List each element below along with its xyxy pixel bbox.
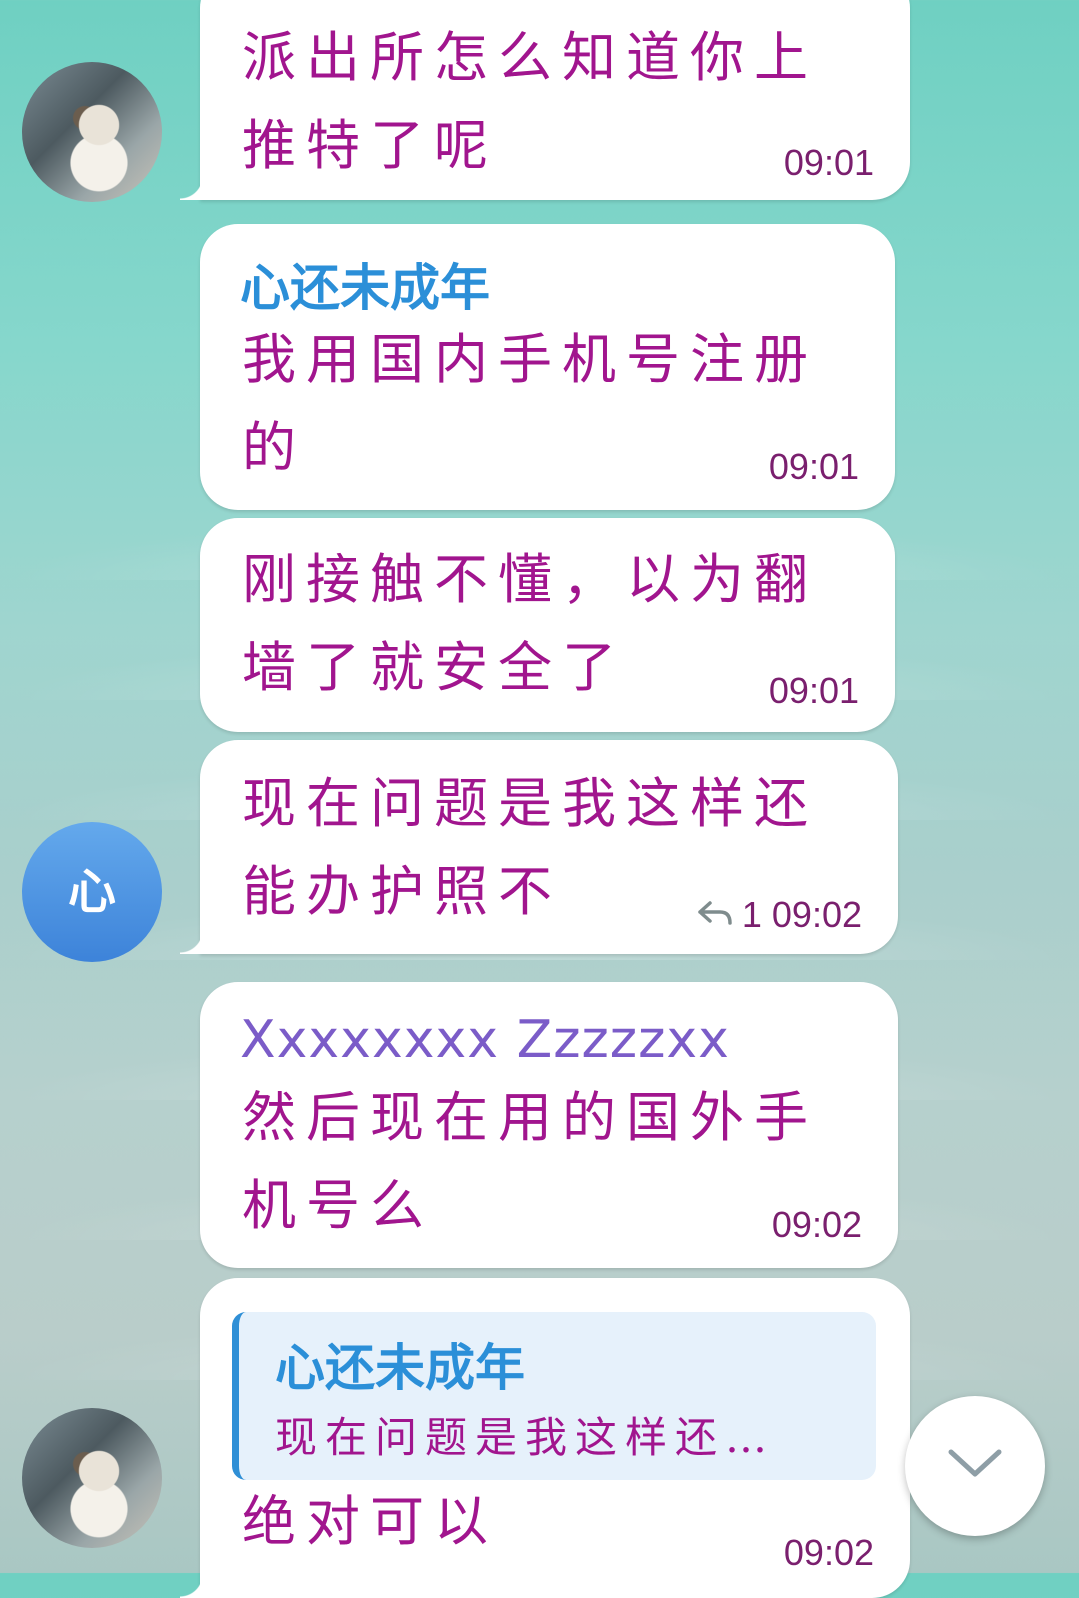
message-text: 然后现在用的国外手 机号么 (242, 1086, 818, 1237)
reply-count: 1 (741, 894, 762, 935)
scroll-to-bottom-button[interactable] (905, 1396, 1045, 1536)
sender-name[interactable]: 心还未成年 (240, 248, 490, 320)
message-time-with-replies[interactable]: 1 09:02 (696, 894, 862, 938)
message-time: 09:02 (771, 1204, 862, 1245)
reply-arrow-icon (696, 896, 734, 938)
message-text: 我用国内手机号注册 的 (242, 328, 818, 479)
message-time: 09:02 (783, 1532, 874, 1573)
message-bubble[interactable]: 派出所怎么知道你上 推特了呢 09:01 (180, 0, 910, 200)
message-bubble[interactable]: 心还未成年 现在问题是我这样还… 绝对可以 09:02 (180, 1278, 910, 1598)
message-bubble[interactable]: Xxxxxxxx Zzzzzxx 然后现在用的国外手 机号么 09:02 (200, 982, 898, 1268)
message-time: 09:02 (771, 894, 862, 935)
message-time: 09:01 (768, 446, 859, 487)
avatar-cat[interactable] (22, 1408, 162, 1548)
reply-quote[interactable]: 心还未成年 现在问题是我这样还… (232, 1312, 876, 1480)
message-time: 09:01 (783, 142, 874, 183)
message-text: 绝对可以 (242, 1490, 498, 1553)
message-text: 派出所怎么知道你上 推特了呢 (242, 26, 818, 177)
sender-name[interactable]: Xxxxxxxx Zzzzzxx (240, 1010, 730, 1070)
avatar-letter[interactable]: 心 (22, 822, 162, 962)
quote-sender: 心还未成年 (275, 1339, 525, 1397)
message-bubble[interactable]: 刚接触不懂，以为翻 墙了就安全了 09:01 (200, 518, 895, 732)
message-text: 刚接触不懂，以为翻 墙了就安全了 (242, 548, 818, 699)
quote-text: 现在问题是我这样还… (275, 1413, 776, 1462)
avatar-cat[interactable] (22, 62, 162, 202)
chevron-down-icon (945, 1444, 1005, 1488)
message-time: 09:01 (768, 670, 859, 711)
message-bubble[interactable]: 现在问题是我这样还 能办护照不 1 09:02 (180, 740, 898, 954)
message-bubble[interactable]: 心还未成年 我用国内手机号注册 的 09:01 (200, 224, 895, 510)
